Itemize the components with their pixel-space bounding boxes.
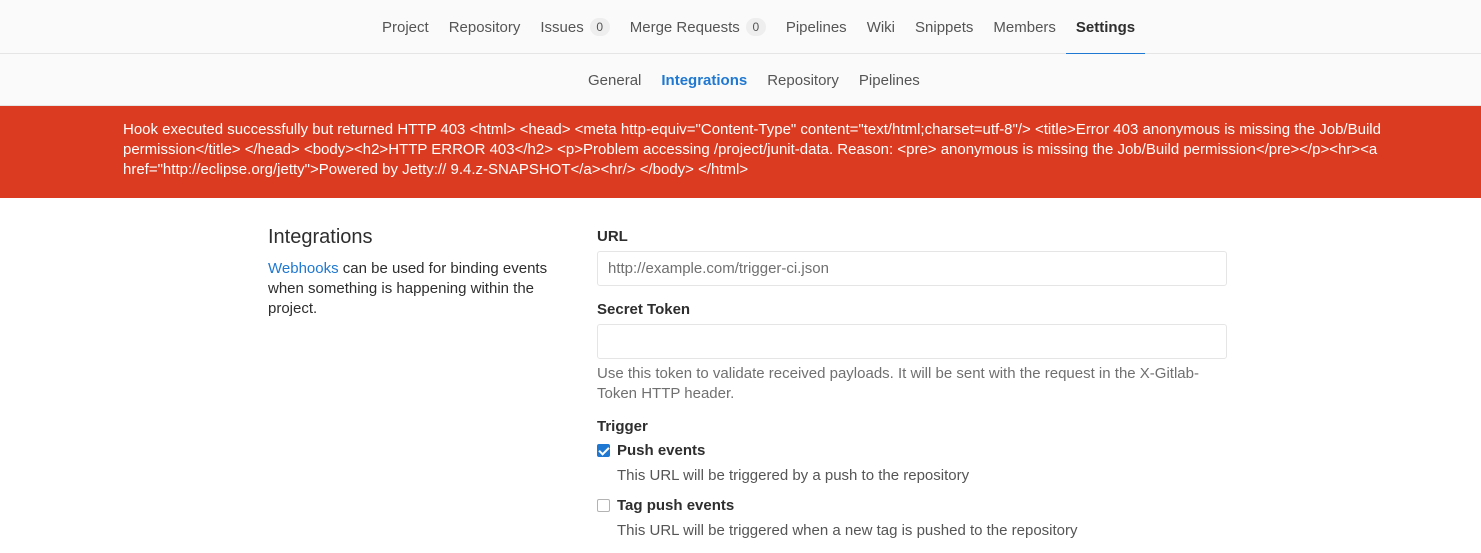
trigger-label: Trigger xyxy=(597,418,648,435)
nav-pipelines-label: Pipelines xyxy=(785,18,847,36)
subnav-general-label: General xyxy=(588,71,642,89)
subnav-pipelines-label: Pipelines xyxy=(858,71,920,89)
settings-sub-nav-list: General Integrations Repository Pipeline… xyxy=(578,54,930,106)
push-events-description: This URL will be triggered by a push to … xyxy=(617,467,970,484)
nav-merge-requests-label: Merge Requests xyxy=(629,18,740,36)
secret-token-label: Secret Token xyxy=(597,301,691,318)
nav-pipelines[interactable]: Pipelines xyxy=(776,0,857,54)
tag-push-events-checkbox[interactable] xyxy=(597,499,610,512)
push-events-title: Push events xyxy=(617,442,706,459)
webhooks-link[interactable]: Webhooks xyxy=(268,260,339,277)
tag-push-events-option: Tag push events This URL will be trigger… xyxy=(597,496,1227,541)
nav-snippets-label: Snippets xyxy=(915,18,974,36)
nav-members-label: Members xyxy=(993,18,1056,36)
nav-settings-label: Settings xyxy=(1075,18,1136,36)
subnav-pipelines[interactable]: Pipelines xyxy=(849,54,930,106)
nav-settings[interactable]: Settings xyxy=(1065,0,1146,55)
subnav-repository[interactable]: Repository xyxy=(757,54,849,106)
subnav-repository-label: Repository xyxy=(767,71,839,89)
nav-wiki-label: Wiki xyxy=(866,18,896,36)
tag-push-events-title: Tag push events xyxy=(617,497,735,514)
push-events-checkbox[interactable] xyxy=(597,444,610,457)
url-input[interactable] xyxy=(597,251,1227,286)
nav-repository-label: Repository xyxy=(448,18,521,36)
project-nav-list: Project Repository Issues 0 Merge Request… xyxy=(372,0,1146,55)
flash-alert: Hook executed successfully but returned … xyxy=(0,106,1481,198)
nav-merge-requests[interactable]: Merge Requests 0 xyxy=(620,0,776,54)
nav-members[interactable]: Members xyxy=(983,0,1066,54)
tag-push-events-description: This URL will be triggered when a new ta… xyxy=(617,522,1078,539)
integrations-title: Integrations xyxy=(268,226,373,248)
nav-project-label: Project xyxy=(382,18,429,36)
merge-requests-count-badge: 0 xyxy=(745,18,766,36)
push-events-option: Push events This URL will be triggered b… xyxy=(597,441,1227,486)
nav-issues-label: Issues xyxy=(540,18,584,36)
nav-issues[interactable]: Issues 0 xyxy=(530,0,619,54)
subnav-integrations-label: Integrations xyxy=(661,71,748,89)
nav-project[interactable]: Project xyxy=(372,0,439,54)
webhook-form: URL Secret Token Use this token to valid… xyxy=(597,228,1227,541)
settings-sub-nav: General Integrations Repository Pipeline… xyxy=(0,54,1481,106)
issues-count-badge: 0 xyxy=(589,18,610,36)
subnav-general[interactable]: General xyxy=(578,54,651,106)
nav-wiki[interactable]: Wiki xyxy=(857,0,905,54)
integrations-description: Webhooks can be used for binding events … xyxy=(268,259,558,319)
nav-repository[interactable]: Repository xyxy=(439,0,531,54)
integrations-intro: Integrations Webhooks can be used for bi… xyxy=(268,226,558,319)
project-nav: Project Repository Issues 0 Merge Request… xyxy=(0,0,1481,55)
secret-token-input[interactable] xyxy=(597,324,1227,359)
url-label: URL xyxy=(597,228,628,245)
secret-token-help: Use this token to validate received payl… xyxy=(597,365,1199,402)
flash-message: Hook executed successfully but returned … xyxy=(123,121,1381,178)
subnav-integrations[interactable]: Integrations xyxy=(651,54,757,106)
nav-snippets[interactable]: Snippets xyxy=(905,0,983,54)
